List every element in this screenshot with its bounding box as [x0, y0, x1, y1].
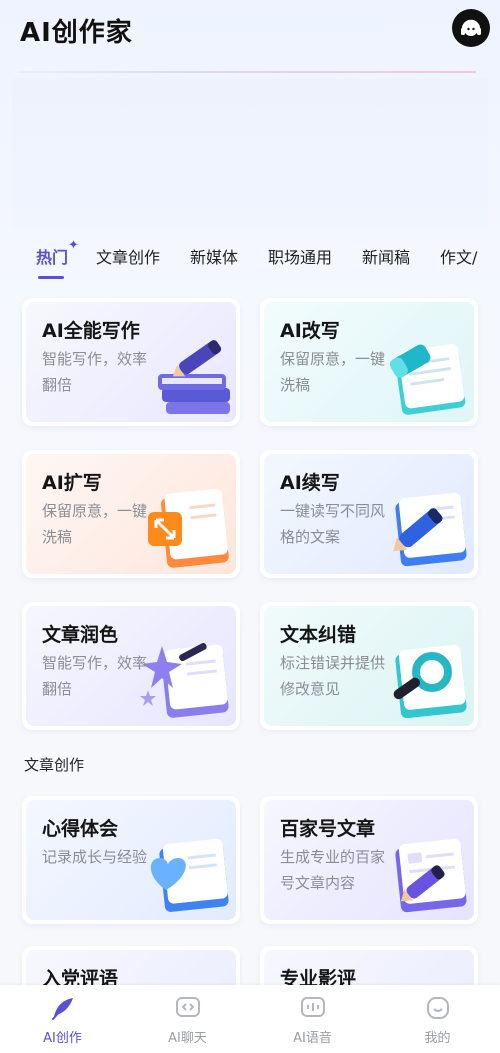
app-title: AI创作家 [20, 18, 133, 48]
card-desc: 保留原意，一键洗稿 [280, 350, 386, 394]
headset-icon [461, 19, 481, 36]
sparkle-icon: ✦ [68, 238, 79, 253]
nav-profile[interactable]: 我的 [375, 985, 500, 1053]
card-title: 百家号文章 [280, 818, 376, 840]
header: AI创作家 [0, 0, 500, 64]
tab-press[interactable]: 新闻稿 [362, 244, 410, 268]
section-title: 文章创作 [24, 756, 85, 774]
card-title: AI改写 [280, 320, 340, 342]
card-polish[interactable]: 文章润色 智能写作，效率翻倍 [22, 602, 240, 730]
tab-workplace[interactable]: 职场通用 [268, 244, 332, 268]
profile-icon [427, 997, 449, 1019]
card-baijiahao-article[interactable]: 百家号文章 生成专业的百家号文章内容 [260, 796, 478, 924]
card-title: 心得体会 [42, 818, 119, 840]
card-ai-all-writing[interactable]: AI全能写作 智能写作，效率翻倍 [22, 298, 240, 426]
card-title: AI扩写 [42, 472, 102, 494]
card-desc: 生成专业的百家号文章内容 [280, 848, 386, 892]
tab-article[interactable]: 文章创作 [96, 244, 160, 268]
bottom-nav: AI创作 AI聊天 AI语音 我的 [0, 985, 500, 1053]
card-desc: 保留原意，一键洗稿 [42, 502, 148, 546]
customer-service-button[interactable] [452, 9, 490, 47]
nav-ai-create[interactable]: AI创作 [0, 985, 125, 1053]
heart-note-icon [150, 838, 229, 912]
category-tabs: 热门 ✦ 文章创作 新媒体 职场通用 新闻稿 作文/ [0, 236, 500, 284]
card-ai-continue[interactable]: AI续写 一键读写不同风格的文案 [260, 450, 478, 578]
nav-label: 我的 [424, 1031, 451, 1046]
quill-icon [52, 998, 73, 1020]
tab-essay[interactable]: 作文/ [440, 244, 477, 268]
nav-label: AI语音 [293, 1031, 332, 1046]
tab-hot[interactable]: 热门 [36, 244, 68, 268]
card-desc: 智能写作，效率翻倍 [42, 654, 148, 698]
article-pen-icon [395, 838, 467, 913]
star-wand-icon [140, 642, 229, 718]
card-title: AI续写 [280, 472, 340, 494]
nav-ai-voice[interactable]: AI语音 [250, 985, 375, 1053]
card-desc: 标注错误并提供修改意见 [280, 654, 386, 698]
card-desc: 记录成长与经验 [42, 848, 148, 866]
nav-label: AI创作 [43, 1031, 82, 1046]
card-desc: 智能写作，效率翻倍 [42, 350, 148, 394]
voice-icon [301, 997, 325, 1017]
magnifier-icon [393, 644, 467, 719]
nav-label: AI聊天 [168, 1031, 207, 1046]
card-title: 文本纠错 [280, 624, 357, 646]
card-ai-rewrite[interactable]: AI改写 保留原意，一键洗稿 [260, 298, 478, 426]
card-correction[interactable]: 文本纠错 标注错误并提供修改意见 [260, 602, 478, 730]
card-title: 文章润色 [42, 624, 119, 646]
card-desc: 一键读写不同风格的文案 [280, 502, 386, 546]
books-pen-icon [158, 340, 230, 414]
banner[interactable] [12, 78, 488, 228]
header-divider [18, 71, 476, 73]
chat-icon [176, 997, 200, 1017]
expand-note-icon [148, 488, 229, 568]
card-title: AI全能写作 [42, 320, 140, 342]
notebook-eraser-icon [390, 344, 466, 415]
tab-new-media[interactable]: 新媒体 [190, 244, 238, 268]
pen-paper-icon [393, 492, 467, 567]
card-ai-expand[interactable]: AI扩写 保留原意，一键洗稿 [22, 450, 240, 578]
nav-ai-chat[interactable]: AI聊天 [125, 985, 250, 1053]
card-reflection[interactable]: 心得体会 记录成长与经验 [22, 796, 240, 924]
active-tab-indicator [38, 276, 64, 279]
